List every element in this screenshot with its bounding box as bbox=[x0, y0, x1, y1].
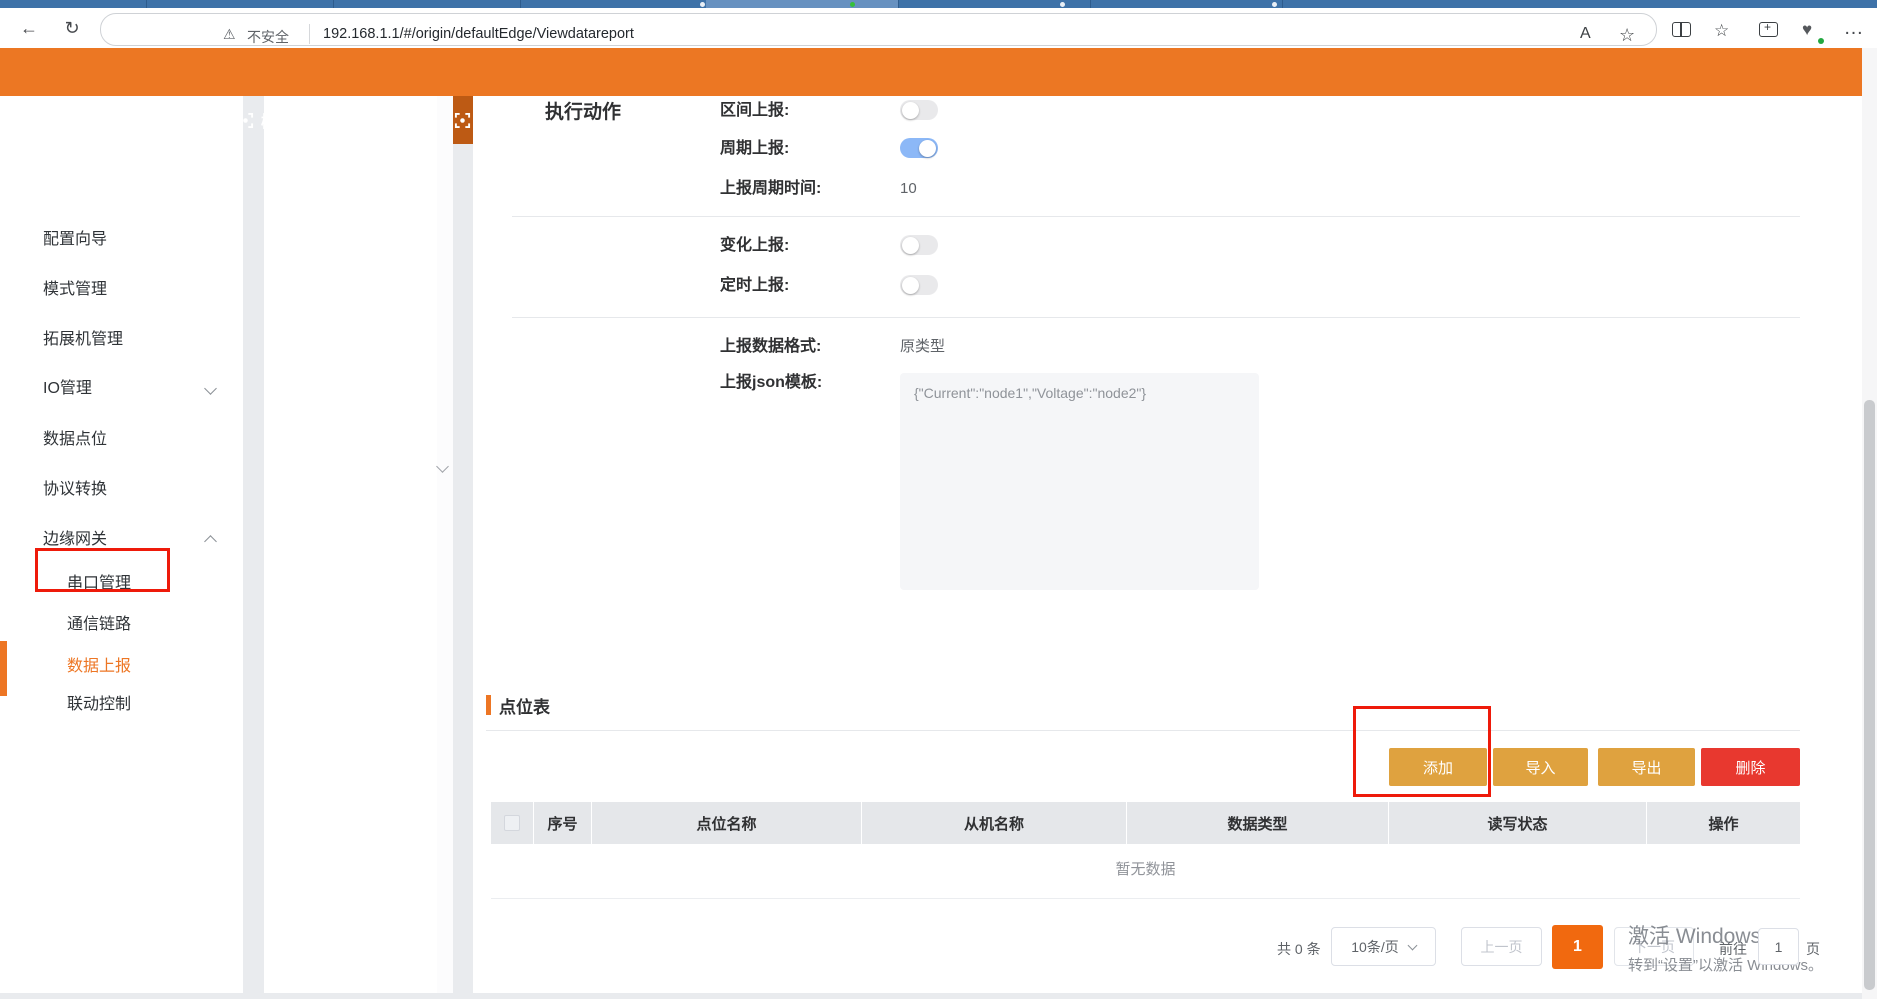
column-header-rw-status: 读写状态 bbox=[1389, 802, 1647, 844]
goto-label: 前往 bbox=[1719, 941, 1747, 957]
browser-essentials-icon[interactable]: ♥ bbox=[1802, 20, 1812, 40]
toggle-periodic-report[interactable] bbox=[900, 138, 938, 158]
chevron-down-icon bbox=[1407, 940, 1418, 950]
column-header-point-name: 点位名称 bbox=[592, 802, 862, 844]
scrollbar-track[interactable] bbox=[1862, 48, 1877, 999]
sidebar-item-expander-management[interactable]: 拓展机管理 bbox=[43, 329, 123, 351]
panel-scroll-track bbox=[437, 96, 453, 993]
sidebar-item-io-management[interactable]: IO管理 bbox=[43, 378, 92, 400]
column-header-actions: 操作 bbox=[1708, 815, 1739, 833]
app-navbar: 有人物联网 概览 网络 边缘计算 系统管理 English admin bbox=[0, 48, 1867, 144]
import-button[interactable]: 导入 bbox=[1493, 748, 1588, 786]
toggle-change-report[interactable] bbox=[900, 235, 938, 255]
tab-favicon bbox=[1272, 2, 1277, 7]
add-button[interactable]: 添加 bbox=[1389, 748, 1487, 786]
chevron-down-icon[interactable] bbox=[204, 382, 217, 395]
column-header-data-type: 数据类型 bbox=[1127, 802, 1389, 844]
empty-table-text: 暂无数据 bbox=[1115, 861, 1176, 878]
delete-button[interactable]: 删除 bbox=[1701, 748, 1800, 786]
field-label-data-format: 上报数据格式: bbox=[720, 338, 822, 355]
export-button[interactable]: 导出 bbox=[1598, 748, 1695, 786]
report-period-value: 10 bbox=[900, 180, 917, 197]
sidebar-item-data-report[interactable]: 数据上报 bbox=[67, 656, 131, 678]
sidebar-item-serial-management[interactable]: 串口管理 bbox=[67, 573, 131, 595]
section-accent-bar bbox=[486, 695, 491, 715]
tab-separator bbox=[1282, 0, 1283, 8]
table-header-row: 序号 点位名称 从机名称 数据类型 读写状态 操作 bbox=[491, 802, 1800, 844]
tab-favicon bbox=[1060, 2, 1065, 7]
sidebar-item-config-wizard[interactable]: 配置向导 bbox=[43, 229, 107, 251]
device-tree-panel bbox=[264, 96, 453, 993]
browser-active-tab[interactable] bbox=[706, 0, 898, 8]
sidebar-item-edge-gateway[interactable]: 边缘网关 bbox=[43, 529, 107, 551]
field-label-change-report: 变化上报: bbox=[720, 237, 790, 254]
page-size-select[interactable]: 10条/页 bbox=[1331, 927, 1436, 966]
tab-favicon bbox=[700, 2, 705, 7]
sidebar-item-protocol-conversion[interactable]: 协议转换 bbox=[43, 479, 107, 501]
address-bar-separator bbox=[309, 24, 310, 44]
essentials-status-dot bbox=[1818, 38, 1824, 44]
address-bar[interactable]: ⚠ 不安全 192.168.1.1/#/origin/defaultEdge/V… bbox=[100, 13, 1657, 46]
json-template-textarea[interactable]: {"Current":"node1","Voltage":"node2"} bbox=[900, 373, 1259, 590]
current-page-button[interactable]: 1 bbox=[1552, 925, 1603, 969]
page-unit-label: 页 bbox=[1806, 941, 1820, 957]
sidebar-item-linkage-control[interactable]: 联动控制 bbox=[67, 694, 131, 716]
field-label-timed-report: 定时上报: bbox=[720, 277, 790, 294]
chevron-up-icon[interactable] bbox=[204, 535, 217, 548]
url-text[interactable]: 192.168.1.1/#/origin/defaultEdge/Viewdat… bbox=[323, 26, 634, 42]
settings-more-icon[interactable]: … bbox=[1840, 16, 1868, 40]
not-secure-warning-icon: ⚠ bbox=[223, 26, 236, 42]
not-secure-label[interactable]: 不安全 bbox=[247, 27, 289, 47]
toggle-interval-report[interactable] bbox=[900, 100, 938, 120]
active-item-indicator bbox=[0, 641, 7, 696]
tab-icon bbox=[455, 112, 471, 128]
favorites-bar-icon[interactable]: ☆ bbox=[1714, 21, 1729, 41]
read-aloud-icon[interactable]: A bbox=[1580, 25, 1591, 43]
section-execute-action: 执行动作 bbox=[545, 102, 622, 123]
browser-toolbar: ← ↻ ⚠ 不安全 192.168.1.1/#/origin/defaultEd… bbox=[0, 8, 1877, 48]
data-format-value: 原类型 bbox=[900, 338, 946, 355]
tab-favicon bbox=[850, 2, 855, 7]
goto-page-input[interactable]: 1 bbox=[1758, 928, 1799, 965]
field-label-report-period: 上报周期时间: bbox=[720, 180, 822, 197]
sidebar-item-data-points[interactable]: 数据点位 bbox=[43, 429, 107, 451]
sidebar: 配置向导 模式管理 拓展机管理 IO管理 数据点位 协议转换 边缘网关 串口管理… bbox=[0, 96, 243, 993]
refresh-icon[interactable]: ↻ bbox=[58, 16, 86, 40]
tab-separator bbox=[1090, 0, 1091, 8]
tab-separator bbox=[520, 0, 521, 8]
table-header-checkbox-cell bbox=[491, 802, 534, 844]
divider bbox=[486, 730, 1800, 731]
back-icon[interactable]: ← bbox=[15, 16, 43, 40]
column-header-index: 序号 bbox=[534, 802, 592, 844]
tab-separator bbox=[898, 0, 899, 8]
toggle-timed-report[interactable] bbox=[900, 275, 938, 295]
json-template-value: {"Current":"node1","Voltage":"node2"} bbox=[914, 385, 1147, 401]
collections-icon[interactable] bbox=[1759, 20, 1778, 37]
field-label-json-template: 上报json模板: bbox=[720, 374, 823, 391]
divider bbox=[512, 317, 1800, 318]
sidebar-item-comm-link[interactable]: 通信链路 bbox=[67, 614, 131, 636]
screen: ← ↻ ⚠ 不安全 192.168.1.1/#/origin/defaultEd… bbox=[0, 0, 1877, 999]
prev-page-button[interactable]: 上一页 bbox=[1461, 927, 1542, 966]
tab-separator bbox=[333, 0, 334, 8]
divider bbox=[512, 216, 1800, 217]
page-size-value: 10条/页 bbox=[1351, 938, 1399, 955]
split-screen-icon[interactable] bbox=[1672, 22, 1691, 37]
tab-separator bbox=[146, 0, 147, 8]
section-points-table-title: 点位表 bbox=[499, 698, 550, 717]
sidebar-item-mode-management[interactable]: 模式管理 bbox=[43, 279, 107, 301]
total-count-label: 共 0 条 bbox=[1277, 941, 1321, 957]
select-all-checkbox[interactable] bbox=[504, 815, 520, 831]
column-header-slave-name: 从机名称 bbox=[862, 802, 1127, 844]
scrollbar-thumb[interactable] bbox=[1864, 400, 1875, 990]
favorite-star-icon[interactable]: ☆ bbox=[1619, 25, 1635, 46]
table-bottom-border bbox=[491, 898, 1800, 899]
field-label-interval-report: 区间上报: bbox=[720, 102, 790, 119]
field-label-periodic-report: 周期上报: bbox=[720, 140, 790, 157]
browser-tab-strip[interactable] bbox=[0, 0, 1877, 8]
